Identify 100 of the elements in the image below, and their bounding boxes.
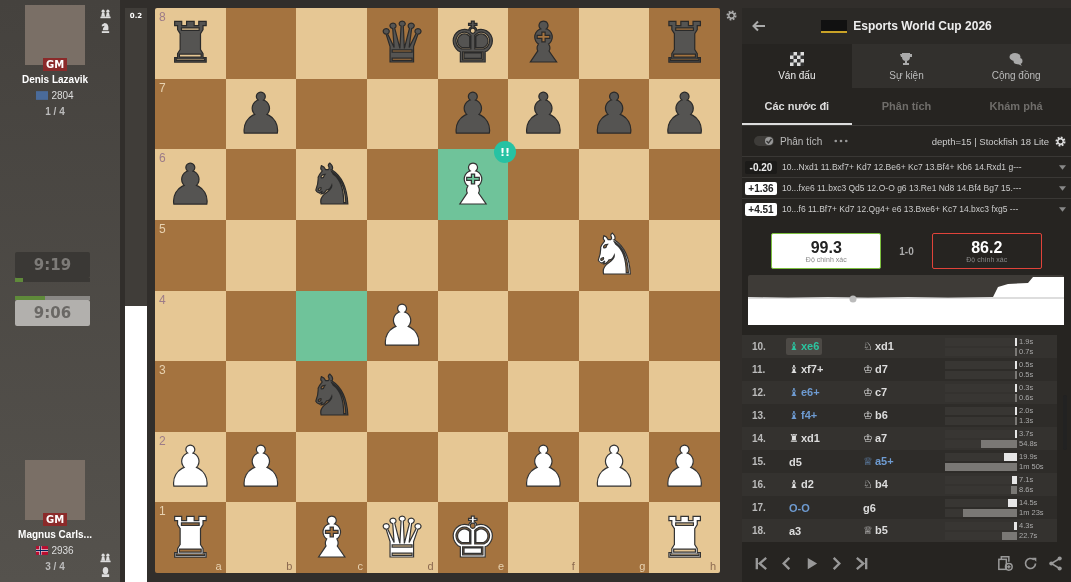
board-square[interactable] xyxy=(225,8,297,79)
move[interactable]: ♝ e6+ xyxy=(786,384,823,401)
analysis-toggle[interactable] xyxy=(754,136,774,146)
more-icon[interactable] xyxy=(834,139,849,143)
board-square[interactable] xyxy=(437,290,509,362)
board-square[interactable] xyxy=(296,78,367,150)
board-square[interactable] xyxy=(225,219,297,291)
chess-piece[interactable]: ♚ xyxy=(447,15,498,72)
board-square[interactable]: ♟ xyxy=(366,290,438,362)
share-icon[interactable] xyxy=(1048,556,1063,571)
move[interactable]: ♕ b5 xyxy=(860,522,891,539)
engine-line[interactable]: 10...fxe6 11.bxc3 Qd5 12.O-O g6 13.Re1 Nd8 14.Bf4 Bg7 15.--- xyxy=(782,183,1054,193)
board-square[interactable] xyxy=(225,361,297,432)
board-square[interactable]: ♟ xyxy=(225,78,297,150)
board-square[interactable] xyxy=(578,361,650,432)
section-tab[interactable]: Sự kiện xyxy=(851,44,962,88)
board-square[interactable]: g xyxy=(578,502,650,573)
board-square[interactable] xyxy=(649,290,720,362)
board-square[interactable]: 7 xyxy=(155,78,226,150)
move-number: 12. xyxy=(751,387,767,398)
view-tab[interactable]: Khám phá xyxy=(961,88,1071,125)
board-square[interactable] xyxy=(437,219,509,291)
board-square[interactable] xyxy=(437,431,509,503)
board-square[interactable] xyxy=(508,290,579,362)
board-square[interactable] xyxy=(578,290,650,362)
board-square[interactable] xyxy=(578,149,650,220)
board-square[interactable] xyxy=(437,361,509,432)
chess-piece[interactable]: ♜ xyxy=(165,15,216,72)
chess-piece[interactable]: ♟ xyxy=(165,156,216,213)
move[interactable]: ♔ b6 xyxy=(860,407,891,424)
chess-piece[interactable]: ♜ xyxy=(165,509,216,566)
board-square[interactable]: 3 xyxy=(155,361,226,432)
board-square[interactable] xyxy=(366,219,438,291)
board-square[interactable] xyxy=(225,290,297,362)
board-square[interactable]: ♚ xyxy=(437,8,509,79)
view-tab[interactable]: Các nước đi xyxy=(742,88,852,125)
trophy-icon xyxy=(899,51,914,66)
move[interactable]: ♘ xd1 xyxy=(860,338,897,355)
chess-piece[interactable]: ♟ xyxy=(377,297,428,354)
move[interactable]: ♔ a7 xyxy=(860,430,891,447)
file-label: b xyxy=(286,560,293,572)
board-square[interactable]: 4 xyxy=(155,290,226,362)
move[interactable]: O-O xyxy=(786,499,813,516)
board-square[interactable]: ♟ xyxy=(225,431,297,503)
move[interactable]: ♜ xd1 xyxy=(786,430,823,447)
board-square[interactable]: ♟ xyxy=(649,78,720,150)
view-tab[interactable]: Phân tích xyxy=(851,88,962,125)
chess-piece[interactable]: ♚ xyxy=(447,509,498,566)
move[interactable]: g6 xyxy=(860,499,879,516)
board-square[interactable] xyxy=(366,78,438,150)
move[interactable]: d5 xyxy=(786,453,805,470)
move[interactable]: ♔ c7 xyxy=(860,384,891,401)
board-square[interactable]: ♞ xyxy=(578,219,650,291)
player-rating: 2936 xyxy=(51,545,74,556)
refresh-icon[interactable] xyxy=(1023,556,1038,571)
caret-icon[interactable] xyxy=(1059,206,1066,212)
board-square[interactable]: 5 xyxy=(155,219,226,291)
move[interactable]: ♝ xf7+ xyxy=(786,361,827,378)
move[interactable]: ♝ xe6 xyxy=(786,338,823,355)
chess-piece[interactable]: ♟ xyxy=(235,85,287,142)
chess-piece[interactable]: ♟ xyxy=(659,85,710,142)
move-number: 17. xyxy=(751,502,767,513)
move-number: 13. xyxy=(751,410,767,421)
engine-line[interactable]: 10...Nxd1 11.Bxf7+ Kd7 12.Be6+ Kc7 13.Bf4+ Kb6 14.Rxd1 g--- xyxy=(782,162,1054,172)
move[interactable]: a3 xyxy=(786,522,805,539)
move[interactable]: ♝ d2 xyxy=(786,476,817,493)
caret-icon[interactable] xyxy=(1059,164,1066,170)
settings-icon[interactable] xyxy=(725,10,737,21)
chess-piece[interactable]: ♟ xyxy=(659,439,710,496)
chess-piece[interactable]: ♟ xyxy=(518,85,569,142)
move[interactable]: ♔ d7 xyxy=(860,361,891,378)
chess-piece[interactable]: ♞ xyxy=(588,227,640,284)
board-square[interactable] xyxy=(366,431,438,503)
board-square[interactable]: ♞ xyxy=(296,149,367,220)
chess-piece[interactable]: ♟ xyxy=(235,439,287,496)
add-board-icon[interactable] xyxy=(998,556,1013,571)
chess-piece[interactable]: ♟ xyxy=(518,439,569,496)
board-square[interactable] xyxy=(578,8,650,79)
board-square[interactable]: ♟ xyxy=(508,78,579,150)
board-square[interactable] xyxy=(296,290,367,362)
move[interactable]: ♕ a5+ xyxy=(860,453,897,470)
rank-label: 6 xyxy=(159,151,166,166)
engine-line[interactable]: 10...f6 11.Bf7+ Kd7 12.Qg4+ e6 13.Bxe6+ Kc7 14.bxc3 fxg5 --- xyxy=(782,204,1054,214)
first-move-icon[interactable] xyxy=(754,556,769,571)
board-square[interactable]: b xyxy=(225,502,297,573)
back-arrow-icon[interactable] xyxy=(752,20,766,32)
move-number: 11. xyxy=(751,364,767,375)
board-square[interactable]: ♟ xyxy=(508,431,579,503)
move[interactable]: ♘ b4 xyxy=(860,476,891,493)
board-square[interactable]: f xyxy=(508,502,579,573)
last-move-icon[interactable] xyxy=(854,556,869,571)
move[interactable]: ♝ f4+ xyxy=(786,407,821,424)
checkerboard-icon xyxy=(789,51,804,66)
board-square[interactable] xyxy=(225,149,297,220)
chess-piece[interactable]: ♝ xyxy=(306,509,357,566)
board-square[interactable]: ♟ xyxy=(649,431,720,503)
board-square[interactable] xyxy=(296,431,367,503)
chess-piece[interactable]: ♞ xyxy=(306,156,357,213)
section-tab[interactable]: Cộng đồng xyxy=(961,44,1071,88)
caret-icon[interactable] xyxy=(1059,185,1066,191)
